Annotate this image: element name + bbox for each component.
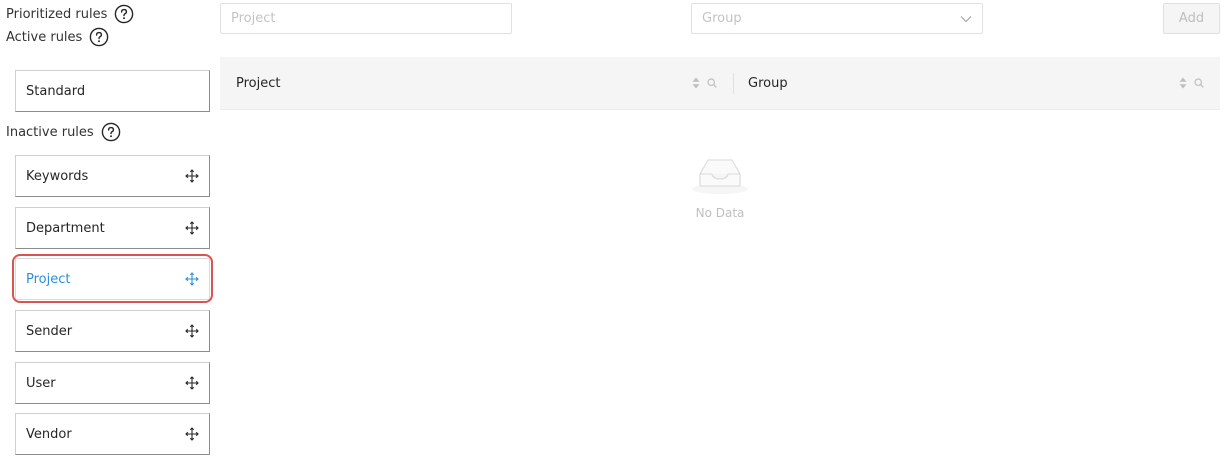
prioritized-rules-heading: Prioritized rules [6,4,134,24]
active-rules-label: Active rules [6,29,83,45]
active-rules-heading: Active rules [6,27,109,47]
column-tools-group [1179,77,1204,89]
drag-handle-icon[interactable] [185,272,199,286]
column-header-project: Project [236,57,280,110]
column-tools-project [692,77,717,89]
drag-handle-icon[interactable] [185,376,199,390]
search-icon[interactable] [1194,78,1204,88]
rule-label: Keywords [26,168,89,184]
inactive-rules-heading: Inactive rules [6,122,121,142]
inactive-rules-label: Inactive rules [6,124,94,140]
drag-handle-icon[interactable] [185,169,199,183]
empty-state: No Data [620,152,820,220]
group-select[interactable]: Group [691,3,983,34]
column-title: Project [236,76,281,91]
rule-label: Standard [26,83,86,99]
rule-label: Vendor [26,426,72,442]
prioritized-rules-label: Prioritized rules [6,6,108,22]
drag-handle-icon[interactable] [185,324,199,338]
inactive-rule-sender[interactable]: Sender [15,310,210,352]
table-header: Project Group [220,57,1220,110]
chevron-down-icon [960,15,972,22]
inactive-rule-keywords[interactable]: Keywords [15,155,210,197]
sort-icon[interactable] [1179,77,1187,89]
rule-label: Department [26,220,105,236]
empty-inbox-icon [692,159,748,194]
drag-handle-icon[interactable] [185,427,199,441]
inactive-rule-project[interactable]: Project [15,258,210,300]
active-rule-standard[interactable]: Standard [15,70,210,112]
add-button[interactable]: Add [1163,3,1220,34]
help-icon[interactable] [101,122,121,142]
project-input[interactable] [220,3,512,34]
rule-label: Project [26,271,71,287]
inactive-rule-department[interactable]: Department [15,207,210,249]
column-divider [733,73,734,94]
column-title: Group [748,76,788,91]
help-icon[interactable] [114,4,134,24]
inactive-rule-user[interactable]: User [15,362,210,404]
group-select-placeholder: Group [702,11,742,26]
drag-handle-icon[interactable] [185,221,199,235]
sort-icon[interactable] [692,77,700,89]
rule-label: Sender [26,323,73,339]
rule-label: User [26,375,56,391]
help-icon[interactable] [89,27,109,47]
column-header-group: Group [748,57,788,110]
empty-text: No Data [695,206,745,220]
inactive-rule-vendor[interactable]: Vendor [15,413,210,455]
search-icon[interactable] [707,78,717,88]
